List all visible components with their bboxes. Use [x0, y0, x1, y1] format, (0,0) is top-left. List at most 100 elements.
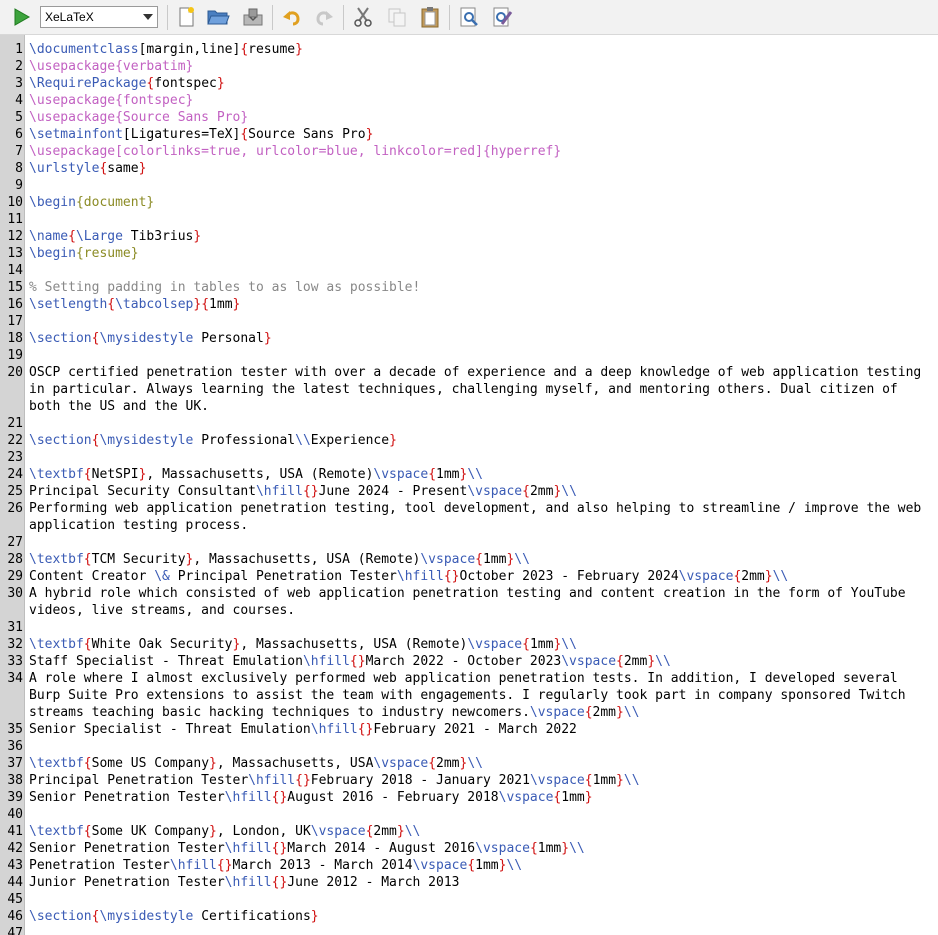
line-number: 34	[7, 671, 23, 686]
code-line[interactable]: 5 \usepackage{Source Sans Pro}	[0, 109, 938, 126]
token: {}	[295, 773, 311, 788]
code-line[interactable]: 24 \textbf{NetSPI}, Massachusetts, USA (R…	[0, 466, 938, 483]
new-document-icon	[179, 7, 194, 27]
code-line[interactable]: 26 Performing web application penetration…	[0, 500, 938, 534]
token: }	[616, 705, 624, 720]
token: \vspace	[529, 773, 585, 788]
code-line[interactable]: 37 \textbf{Some US Company}, Massachusett…	[0, 755, 938, 772]
find-button[interactable]	[456, 4, 482, 30]
code-line[interactable]: 45 ​	[0, 891, 938, 908]
code-line[interactable]: 43 Penetration Tester\hfill{}March 2013 -…	[0, 857, 938, 874]
code-line[interactable]: 3 \RequirePackage{fontspec}	[0, 75, 938, 92]
code-line[interactable]: 41 \textbf{Some UK Company}, London, UK\v…	[0, 823, 938, 840]
token: }	[193, 229, 202, 244]
copy-button[interactable]	[384, 4, 410, 30]
code-line[interactable]: 34 A role where I almost exclusively perf…	[0, 670, 938, 721]
code-line[interactable]: 7 \usepackage[colorlinks=true, urlcolor=b…	[0, 143, 938, 160]
code-line[interactable]: 35 Senior Specialist - Threat Emulation\h…	[0, 721, 938, 738]
token: \hfill	[248, 773, 296, 788]
token: }	[389, 433, 397, 448]
code-line[interactable]: 28 \textbf{TCM Security}, Massachusetts, …	[0, 551, 938, 568]
code-line[interactable]: 38 Principal Penetration Tester\hfill{}Fe…	[0, 772, 938, 789]
code-editor[interactable]: 1 \documentclass[margin,line]{resume} 2 \us…	[0, 35, 938, 935]
line-text: \name{\Large Tib3rius}	[29, 228, 924, 245]
code-line[interactable]: 21 ​	[0, 415, 938, 432]
token: {	[522, 484, 530, 499]
code-line[interactable]: 15 % Setting padding in tables to as low …	[0, 279, 938, 296]
compile-button[interactable]	[8, 4, 34, 30]
token: {	[83, 637, 92, 652]
code-line[interactable]: 29 Content Creator \& Principal Penetrati…	[0, 568, 938, 585]
token: \hfill	[169, 858, 217, 873]
line-text: % Setting padding in tables to as low as…	[29, 279, 924, 296]
code-line[interactable]: 40 ​	[0, 806, 938, 823]
token: }	[209, 756, 217, 771]
code-line[interactable]: 36 ​	[0, 738, 938, 755]
token: \usepackage{verbatim}	[29, 59, 194, 74]
code-line[interactable]: 8 \urlstyle{same}	[0, 160, 938, 177]
token: \\	[623, 773, 640, 788]
code-line[interactable]: 16 \setlength{\tabcolsep}{1mm}	[0, 296, 938, 313]
code-line[interactable]: 46 \section{\mysidestyle Certifications}	[0, 908, 938, 925]
code-line[interactable]: 33 Staff Specialist - Threat Emulation\hf…	[0, 653, 938, 670]
code-line[interactable]: 42 Senior Penetration Tester\hfill{}March…	[0, 840, 938, 857]
cut-button[interactable]	[350, 4, 376, 30]
code-line[interactable]: 30 A hybrid role which consisted of web a…	[0, 585, 938, 619]
token: Penetration Tester	[29, 858, 170, 873]
line-number: 33	[7, 654, 23, 669]
code-line[interactable]: 10 \begin{document}	[0, 194, 938, 211]
token: \Large	[75, 229, 123, 244]
undo-button[interactable]	[278, 4, 304, 30]
code-line[interactable]: 9​	[0, 177, 938, 194]
token: fontspec	[154, 76, 217, 91]
code-line[interactable]: 20 OSCP certified penetration tester with…	[0, 364, 938, 415]
code-line[interactable]: 25 Principal Security Consultant\hfill{}J…	[0, 483, 938, 500]
code-line[interactable]: 31 ​	[0, 619, 938, 636]
token: \\	[467, 756, 483, 771]
code-line[interactable]: 22 \section{\mysidestyle Professional\\Ex…	[0, 432, 938, 449]
code-line[interactable]: 47 ​	[0, 925, 938, 935]
code-line[interactable]: 39 Senior Penetration Tester\hfill{}Augus…	[0, 789, 938, 806]
token: \usepackage[colorlinks=true, urlcolor=bl…	[29, 144, 562, 159]
token: 1mm	[475, 858, 499, 873]
save-button[interactable]	[240, 4, 266, 30]
paste-button[interactable]	[417, 4, 443, 30]
code-line[interactable]: 4 \usepackage{fontspec}	[0, 92, 938, 109]
copy-icon	[388, 8, 406, 27]
new-file-button[interactable]	[173, 4, 199, 30]
replace-button[interactable]	[489, 4, 515, 30]
line-text: ​	[29, 738, 924, 755]
code-line[interactable]: 6 \setmainfont[Ligatures=TeX]{Source Sans…	[0, 126, 938, 143]
redo-button[interactable]	[312, 4, 338, 30]
line-number: 4	[15, 93, 23, 108]
folder-open-icon	[207, 10, 230, 25]
token: {	[83, 467, 92, 482]
token: TCM Security	[91, 552, 186, 567]
code-line[interactable]: 2 \usepackage{verbatim}	[0, 58, 938, 75]
code-line[interactable]: 17 ​	[0, 313, 938, 330]
line-number: 42	[7, 841, 23, 856]
line-number: 26	[7, 501, 23, 516]
code-line[interactable]: 12 \name{\Large Tib3rius}	[0, 228, 938, 245]
token: , Massachusetts, USA	[216, 756, 374, 771]
compiler-select[interactable]: XeLaTeX	[40, 6, 158, 28]
line-number: 27	[7, 535, 23, 550]
code-line[interactable]: 19 ​	[0, 347, 938, 364]
code-line[interactable]: 13 \begin{resume}	[0, 245, 938, 262]
token: Content Creator	[29, 569, 155, 584]
code-line[interactable]: 11 ​	[0, 211, 938, 228]
code-line[interactable]: 44 Junior Penetration Tester\hfill{}June …	[0, 874, 938, 891]
code-line[interactable]: 27 ​	[0, 534, 938, 551]
code-line[interactable]: 1 \documentclass[margin,line]{resume}	[0, 41, 938, 58]
code-line[interactable]: 14 ​	[0, 262, 938, 279]
token: {}	[271, 841, 288, 856]
token: \\	[561, 637, 577, 652]
open-file-button[interactable]	[205, 4, 231, 30]
token: {	[107, 297, 116, 312]
code-line[interactable]: 23 ​	[0, 449, 938, 466]
code-line[interactable]: 18 \section{\mysidestyle Personal}	[0, 330, 938, 347]
line-text: \documentclass[margin,line]{resume}	[29, 41, 924, 58]
token: }	[216, 76, 225, 91]
code-line[interactable]: 32 \textbf{White Oak Security}, Massachus…	[0, 636, 938, 653]
token: \\	[569, 841, 585, 856]
